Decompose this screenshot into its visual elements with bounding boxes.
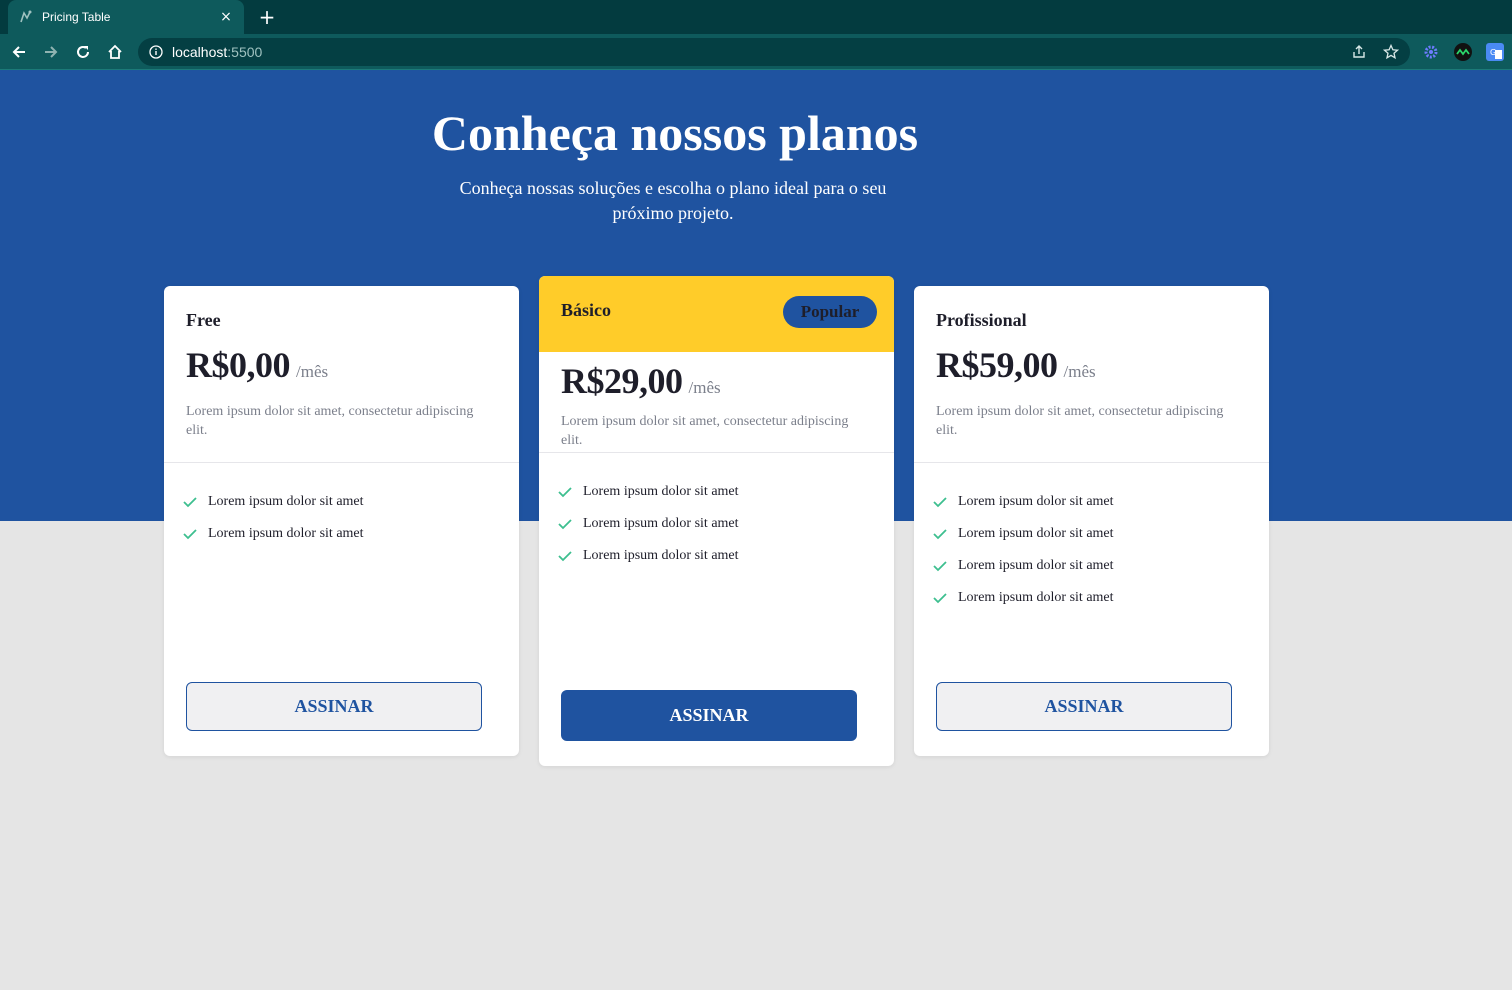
share-icon[interactable]: [1350, 43, 1368, 61]
plan-name: Profissional: [936, 310, 1027, 330]
plan-period: /mês: [1063, 362, 1096, 381]
check-icon: [182, 495, 198, 509]
plan-period: /mês: [296, 362, 329, 381]
card-divider: [164, 462, 519, 463]
price-row: R$0,00 /mês: [186, 344, 328, 386]
feature-item: Lorem ipsum dolor sit amet: [932, 486, 1114, 518]
plan-card-free: Free R$0,00 /mês Lorem ipsum dolor sit a…: [164, 286, 519, 756]
plan-card-pro: Profissional R$59,00 /mês Lorem ipsum do…: [914, 286, 1269, 756]
feature-text: Lorem ipsum dolor sit amet: [208, 494, 364, 509]
feature-text: Lorem ipsum dolor sit amet: [583, 516, 739, 531]
feature-text: Lorem ipsum dolor sit amet: [958, 590, 1114, 605]
feature-item: Lorem ipsum dolor sit amet: [932, 550, 1114, 582]
tab-close-icon[interactable]: ×: [218, 9, 234, 25]
extension-monitor-icon[interactable]: [1454, 43, 1472, 61]
url-host: localhost: [172, 44, 228, 60]
check-icon: [557, 549, 573, 563]
hero-title: Conheça nossos planos: [431, 105, 919, 161]
check-icon: [932, 495, 948, 509]
feature-list: Lorem ipsum dolor sit amet Lorem ipsum d…: [557, 476, 739, 572]
feature-item: Lorem ipsum dolor sit amet: [557, 508, 739, 540]
reload-icon[interactable]: [71, 40, 95, 64]
address-bar[interactable]: localhost:5500: [138, 38, 1410, 66]
feature-item: Lorem ipsum dolor sit amet: [557, 476, 739, 508]
popular-header: Básico Popular: [539, 276, 894, 352]
card-divider: [914, 462, 1269, 463]
home-icon[interactable]: [103, 40, 127, 64]
hero-subtitle: Conheça nossas soluções e escolha o plan…: [459, 178, 887, 223]
feature-list: Lorem ipsum dolor sit amet Lorem ipsum d…: [182, 486, 364, 550]
check-icon: [932, 559, 948, 573]
feature-text: Lorem ipsum dolor sit amet: [583, 548, 739, 563]
plan-price: R$59,00: [936, 345, 1058, 385]
feature-item: Lorem ipsum dolor sit amet: [557, 540, 739, 572]
plan-description: Lorem ipsum dolor sit amet, consectetur …: [186, 404, 474, 438]
feature-text: Lorem ipsum dolor sit amet: [583, 484, 739, 499]
svg-text:G: G: [1490, 48, 1496, 57]
price-row: R$59,00 /mês: [936, 344, 1096, 386]
subscribe-button-basic[interactable]: ASSINAR: [561, 690, 857, 741]
check-icon: [182, 527, 198, 541]
page-content: Conheça nossos planos Conheça nossas sol…: [0, 70, 1512, 990]
feature-item: Lorem ipsum dolor sit amet: [182, 486, 364, 518]
check-icon: [557, 485, 573, 499]
extension-gear-icon[interactable]: [1422, 43, 1440, 61]
plan-price: R$0,00: [186, 345, 291, 385]
tab-favicon-icon: [18, 9, 34, 25]
info-icon[interactable]: [148, 44, 164, 60]
check-icon: [932, 591, 948, 605]
extension-translate-icon[interactable]: G: [1486, 43, 1504, 61]
feature-item: Lorem ipsum dolor sit amet: [932, 582, 1114, 614]
plan-name: Básico: [561, 300, 612, 320]
plan-description: Lorem ipsum dolor sit amet, consectetur …: [936, 404, 1224, 438]
feature-item: Lorem ipsum dolor sit amet: [932, 518, 1114, 550]
forward-arrow-icon[interactable]: [39, 40, 63, 64]
plan-name: Free: [186, 310, 221, 330]
browser-tab[interactable]: Pricing Table ×: [8, 0, 244, 34]
feature-text: Lorem ipsum dolor sit amet: [958, 494, 1114, 509]
plan-period: /mês: [688, 378, 721, 397]
url-port: :5500: [227, 44, 263, 60]
feature-list: Lorem ipsum dolor sit amet Lorem ipsum d…: [932, 486, 1114, 614]
plan-description: Lorem ipsum dolor sit amet, consectetur …: [561, 414, 849, 448]
browser-toolbar: localhost:5500 G: [0, 34, 1512, 70]
browser-tab-bar: Pricing Table × +: [0, 0, 1512, 34]
feature-item: Lorem ipsum dolor sit amet: [182, 518, 364, 550]
popular-badge: Popular: [783, 296, 877, 328]
subscribe-button-free[interactable]: ASSINAR: [186, 682, 482, 731]
price-row: R$29,00 /mês: [561, 360, 721, 402]
card-divider: [539, 452, 894, 453]
new-tab-button[interactable]: +: [256, 6, 278, 28]
plan-card-basic: Básico Popular R$29,00 /mês Lorem ipsum …: [539, 276, 894, 766]
star-icon[interactable]: [1382, 43, 1400, 61]
plan-price: R$29,00: [561, 361, 683, 401]
back-arrow-icon[interactable]: [7, 40, 31, 64]
feature-text: Lorem ipsum dolor sit amet: [958, 526, 1114, 541]
feature-text: Lorem ipsum dolor sit amet: [208, 526, 364, 541]
subscribe-button-pro[interactable]: ASSINAR: [936, 682, 1232, 731]
check-icon: [557, 517, 573, 531]
check-icon: [932, 527, 948, 541]
tab-title: Pricing Table: [42, 10, 111, 24]
feature-text: Lorem ipsum dolor sit amet: [958, 558, 1114, 573]
